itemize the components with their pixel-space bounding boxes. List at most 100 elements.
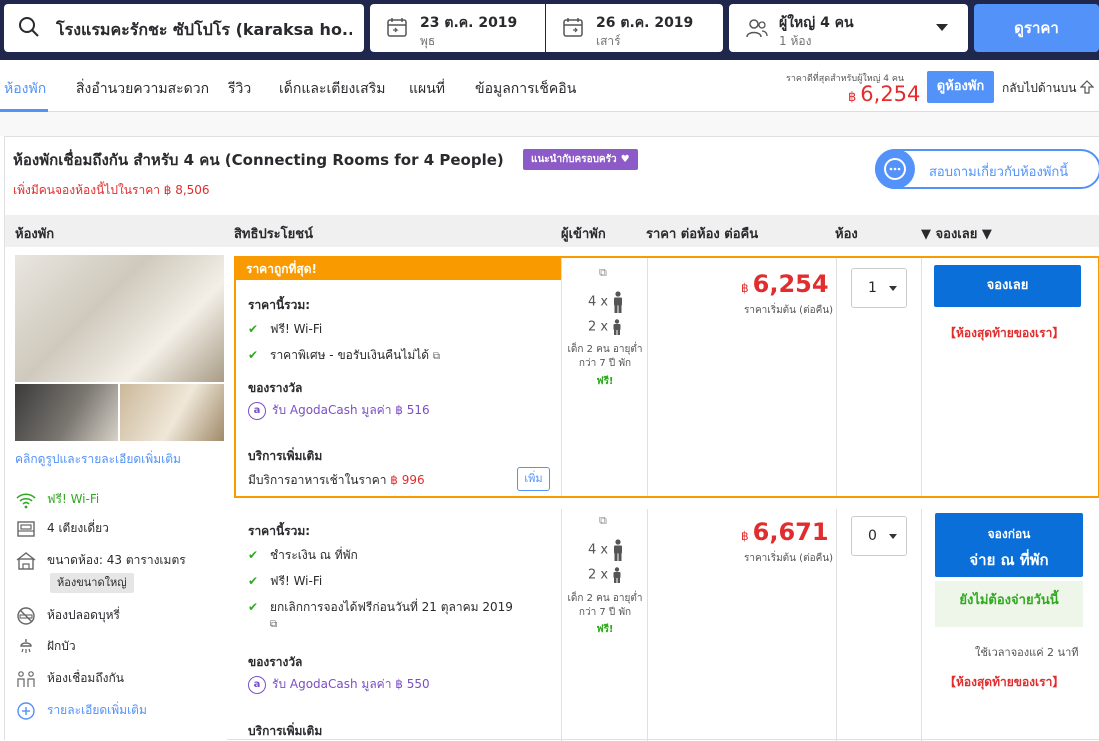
chevron-down-icon bbox=[936, 24, 948, 31]
feature-size-label: ขนาดห้อง: 43 ตารางเมตร bbox=[47, 553, 186, 567]
breakfast-text: มีบริการอาหารเช้าในราคา bbox=[248, 473, 391, 487]
tab-reviews[interactable]: รีวิว bbox=[228, 78, 251, 100]
includes-label: ราคานี้รวม: bbox=[248, 524, 311, 538]
feature-beds-label: 4 เตียงเดี่ยว bbox=[47, 521, 109, 535]
room-qty-select[interactable]: 1 bbox=[851, 268, 907, 308]
search-value: โรงแรมคะรักชะ ซัปโปโร (karaksa ho... bbox=[56, 20, 352, 39]
section-gap bbox=[0, 112, 1099, 136]
offer-price: ฿ 6,254 bbox=[741, 270, 829, 298]
table-header: ห้องพัก สิทธิประโยชน์ ผู้เข้าพัก ราคา ต่… bbox=[5, 215, 1099, 247]
no-smoking-icon bbox=[15, 606, 37, 625]
calendar-icon bbox=[562, 16, 584, 42]
checkout-date-picker[interactable]: 26 ต.ค. 2019 เสาร์ bbox=[546, 4, 723, 52]
child-icon bbox=[613, 319, 621, 335]
rewards-label: ของรางวัล bbox=[248, 381, 303, 395]
column-divider bbox=[836, 258, 837, 496]
room-photo-thumb[interactable] bbox=[120, 384, 224, 441]
ask-about-room-label: สอบถามเกี่ยวกับห้องพักนี้ bbox=[929, 165, 1069, 180]
feature-nonsmoking-label: ห้องปลอดบุหรี่ bbox=[47, 608, 120, 622]
adults-count-text: 4 x bbox=[588, 542, 609, 558]
feature-shower-label: ฝักบัว bbox=[47, 639, 76, 653]
feature-connecting-label: ห้องเชื่อมถึงกัน bbox=[47, 671, 124, 685]
info-icon[interactable]: ⧉ bbox=[599, 266, 607, 280]
check-icon: ✔ bbox=[248, 600, 259, 614]
see-rooms-button[interactable]: ดูห้องพัก bbox=[927, 71, 994, 103]
children-count-text: 2 x bbox=[588, 567, 609, 583]
shower-icon bbox=[15, 638, 37, 656]
room-qty-select[interactable]: 0 bbox=[851, 516, 907, 556]
benefit-item: ✔ ราคาพิเศษ - ขอรับเงินคืนไม่ได้ ⧉ bbox=[248, 346, 440, 365]
offer-price-value: 6,254 bbox=[752, 270, 829, 298]
room-title: ห้องพักเชื่อมถึงกัน สำหรับ 4 คน (Connect… bbox=[13, 151, 504, 169]
book-now-button[interactable]: จองเลย bbox=[934, 265, 1081, 307]
column-divider bbox=[921, 258, 922, 496]
room-qty-value: 1 bbox=[868, 280, 877, 296]
large-room-tag: ห้องขนาดใหญ่ bbox=[50, 573, 134, 593]
checkout-date: 26 ต.ค. 2019 bbox=[596, 15, 694, 31]
agoda-cash-icon: a bbox=[248, 675, 266, 694]
rewards-label: ของรางวัล bbox=[248, 655, 303, 669]
extras-label: บริการเพิ่มเติม bbox=[248, 724, 323, 738]
book-button-line1: จองก่อน bbox=[987, 527, 1031, 541]
header-guests: ผู้เข้าพัก bbox=[561, 227, 606, 242]
plus-circle-icon bbox=[15, 701, 37, 720]
includes-label: ราคานี้รวม: bbox=[248, 298, 311, 312]
chevron-down-icon bbox=[889, 286, 897, 291]
best-price: ฿ 6,254 bbox=[848, 82, 920, 106]
external-info-icon[interactable]: ⧉ bbox=[433, 351, 440, 362]
add-breakfast-button[interactable]: เพิ่ม bbox=[517, 467, 550, 491]
agoda-cash-text: รับ AgodaCash มูลค่า ฿ 516 bbox=[272, 403, 430, 417]
last-room-note: 【ห้องสุดท้ายของเรา】 bbox=[944, 326, 1065, 340]
benefit-text: ชำระเงิน ณ ที่พัก bbox=[270, 548, 358, 562]
ask-about-room-button[interactable]: สอบถามเกี่ยวกับห้องพักนี้ bbox=[875, 149, 1099, 189]
arrow-up-icon bbox=[1080, 80, 1095, 97]
more-details-link[interactable]: รายละเอียดเพิ่มเติม bbox=[15, 701, 147, 720]
feature-nonsmoking: ห้องปลอดบุหรี่ bbox=[15, 606, 120, 625]
info-icon[interactable]: ⧉ bbox=[599, 514, 607, 528]
book-pay-at-property-button[interactable]: จองก่อน จ่าย ณ ที่พัก bbox=[935, 513, 1083, 577]
tab-children-extra-beds[interactable]: เด็กและเตียงเสริม bbox=[279, 78, 385, 100]
offer-price-value: 6,671 bbox=[752, 518, 829, 546]
children-count-text: 2 x bbox=[588, 319, 609, 335]
adults-count: 4 x bbox=[588, 539, 624, 561]
feature-size: ขนาดห้อง: 43 ตารางเมตร bbox=[15, 551, 186, 570]
search-icon bbox=[18, 16, 40, 42]
header-room: ห้องพัก bbox=[15, 227, 55, 242]
adults-count-text: 4 x bbox=[588, 294, 609, 310]
agoda-cash-reward: a รับ AgodaCash มูลค่า ฿ 550 bbox=[248, 675, 430, 694]
bed-icon bbox=[15, 520, 37, 538]
child-policy-note: เด็ก 2 คน อายุต่ำกว่า 7 ปี พัก bbox=[567, 344, 643, 369]
chevron-down-icon bbox=[889, 534, 897, 539]
search-bar: โรงแรมคะรักชะ ซัปโปโร (karaksa ho... 23 … bbox=[0, 0, 1099, 60]
back-to-top-link[interactable]: กลับไปด้านบน bbox=[1002, 79, 1095, 98]
tab-rooms[interactable]: ห้องพัก bbox=[4, 78, 46, 100]
search-button[interactable]: ดูราคา bbox=[974, 4, 1099, 52]
benefit-item: ✔ ฟรี! Wi-Fi bbox=[248, 320, 322, 339]
rooms-summary: 1 ห้อง bbox=[779, 34, 812, 48]
guests-selector[interactable]: ผู้ใหญ่ 4 คน 1 ห้อง bbox=[729, 4, 968, 52]
adult-icon bbox=[614, 291, 623, 313]
child-free-label: ฟรี! bbox=[596, 624, 614, 635]
offer-row: ราคาถูกที่สุด! ราคานี้รวม: ✔ ฟรี! Wi-Fi ✔… bbox=[234, 256, 1099, 498]
checkin-date-picker[interactable]: 23 ต.ค. 2019 พุธ bbox=[370, 4, 545, 52]
room-photo-thumb[interactable] bbox=[15, 384, 118, 441]
tab-checkin-info[interactable]: ข้อมูลการเช็คอิน bbox=[475, 78, 576, 100]
offer-row: ราคานี้รวม: ✔ ชำระเงิน ณ ที่พัก ✔ ฟรี! Wi-… bbox=[234, 509, 1099, 741]
tab-facilities[interactable]: สิ่งอำนวยความสะดวก bbox=[76, 78, 209, 100]
child-free-label: ฟรี! bbox=[596, 376, 614, 387]
check-icon: ✔ bbox=[248, 548, 259, 562]
external-info-icon[interactable]: ⧉ bbox=[270, 619, 277, 630]
check-icon: ✔ bbox=[248, 348, 259, 362]
checkin-date: 23 ต.ค. 2019 bbox=[420, 15, 518, 31]
tab-map[interactable]: แผนที่ bbox=[409, 78, 445, 100]
checkout-day: เสาร์ bbox=[596, 34, 621, 48]
more-details-label: รายละเอียดเพิ่มเติม bbox=[47, 703, 147, 717]
search-input[interactable]: โรงแรมคะรักชะ ซัปโปโร (karaksa ho... bbox=[4, 4, 364, 52]
property-tabs: ห้องพัก สิ่งอำนวยความสะดวก รีวิว เด็กและ… bbox=[0, 60, 1099, 112]
agoda-cash-icon: a bbox=[248, 401, 266, 420]
people-icon bbox=[745, 17, 769, 43]
heart-icon: ♥ bbox=[620, 154, 630, 165]
more-photos-link[interactable]: คลิกดูรูปและรายละเอียดเพิ่มเติม bbox=[15, 450, 181, 469]
recently-booked-note: เพิ่งมีคนจองห้องนี้ไปในราคา ฿ 8,506 bbox=[13, 183, 210, 197]
room-photo-main[interactable] bbox=[15, 255, 224, 382]
